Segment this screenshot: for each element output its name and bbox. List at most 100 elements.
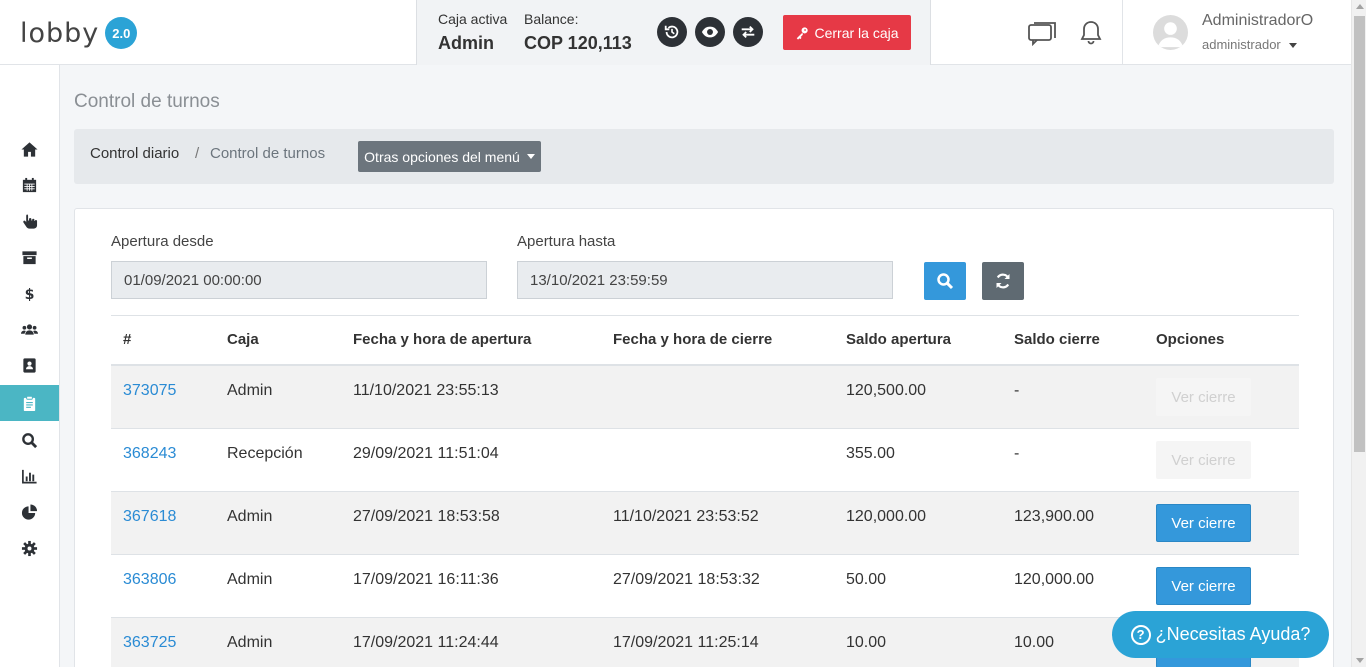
user-role: administrador	[1202, 37, 1281, 52]
notifications-button[interactable]	[1080, 20, 1102, 51]
balance-value: COP 120,113	[524, 33, 632, 53]
closing-balance-cell: -	[1014, 382, 1020, 399]
history-icon	[664, 25, 679, 39]
bell-icon	[1080, 21, 1102, 45]
users-icon	[21, 323, 38, 335]
opening-datetime-cell: 17/09/2021 11:24:44	[353, 634, 499, 651]
table-row: 368243 Recepción 29/09/2021 11:51:04 355…	[111, 429, 1299, 492]
opening-balance-cell: 120,000.00	[846, 508, 927, 525]
user-role-dropdown[interactable]: administrador	[1202, 37, 1297, 52]
transfer-button[interactable]	[733, 17, 763, 47]
column-header-closing-balance[interactable]: Saldo cierre	[1014, 331, 1100, 348]
sidebar-item-home[interactable]	[0, 131, 59, 167]
user-divider	[1122, 0, 1123, 65]
closing-balance-cell: 10.00	[1014, 634, 1055, 651]
logo-text: lobby	[20, 17, 100, 49]
chevron-down-icon	[526, 154, 535, 159]
shift-id-link[interactable]: 363725	[123, 634, 176, 652]
page-title: Control de turnos	[74, 91, 220, 112]
question-circle-icon: ?	[1130, 624, 1151, 645]
table-top-border	[111, 315, 1299, 316]
avatar[interactable]	[1153, 15, 1188, 50]
shift-id-link[interactable]: 363806	[123, 571, 176, 589]
sidebar-item-users[interactable]	[0, 311, 59, 347]
help-button[interactable]: ? ¿Necesitas Ayuda?	[1112, 611, 1329, 658]
view-close-button[interactable]: Ver cierre	[1156, 504, 1251, 542]
vertical-scrollbar[interactable]	[1351, 0, 1366, 667]
shift-id-link[interactable]: 367618	[123, 508, 176, 526]
opening-to-input[interactable]	[517, 261, 893, 299]
messages-button[interactable]	[1028, 22, 1058, 51]
other-options-dropdown[interactable]: Otras opciones del menú	[358, 141, 541, 172]
opening-from-label: Apertura desde	[111, 233, 214, 250]
opening-balance-cell: 10.00	[846, 634, 887, 651]
top-bar: lobby 2.0 Caja activa Admin Balance: COP…	[0, 0, 1351, 65]
pie-chart-icon	[21, 503, 38, 520]
column-header-closing-datetime[interactable]: Fecha y hora de cierre	[613, 331, 772, 348]
close-cashbox-label: Cerrar la caja	[814, 24, 899, 41]
search-button[interactable]	[924, 262, 966, 300]
search-icon	[937, 273, 954, 290]
eye-icon	[701, 26, 719, 38]
user-avatar-icon	[1157, 22, 1184, 48]
history-button[interactable]	[657, 17, 687, 47]
cashbox-cell: Admin	[227, 508, 273, 525]
cashbox-cell: Admin	[227, 634, 273, 651]
user-name[interactable]: AdministradorO	[1202, 12, 1313, 30]
cashbox-cell: Admin	[227, 382, 273, 399]
opening-to-label: Apertura hasta	[517, 233, 616, 250]
svg-text:$: $	[25, 287, 35, 302]
sidebar-item-contacts[interactable]	[0, 347, 59, 383]
column-header-id[interactable]: #	[123, 331, 131, 348]
active-cashbox-value: Admin	[438, 33, 494, 53]
settings-icon	[21, 540, 38, 556]
version-badge: 2.0	[105, 17, 138, 49]
sidebar-item-shift-control[interactable]	[0, 385, 59, 421]
sidebar-item-archive[interactable]	[0, 239, 59, 275]
sidebar-item-payments[interactable]: $	[0, 275, 59, 311]
clipboard-icon	[23, 395, 36, 411]
opening-from-input[interactable]	[111, 261, 487, 299]
opening-datetime-cell: 29/09/2021 11:51:04	[353, 445, 499, 462]
opening-datetime-cell: 17/09/2021 16:11:36	[353, 571, 499, 588]
cashbox-cell: Recepción	[227, 445, 303, 462]
logo[interactable]: lobby 2.0	[20, 16, 138, 50]
view-close-button: Ver cierre	[1156, 441, 1251, 479]
refresh-button[interactable]	[982, 262, 1024, 300]
shift-id-link[interactable]: 368243	[123, 445, 176, 463]
sidebar-item-search[interactable]	[0, 422, 59, 458]
opening-balance-cell: 355.00	[846, 445, 895, 462]
opening-datetime-cell: 27/09/2021 18:53:58	[353, 508, 500, 525]
close-cashbox-button[interactable]: Cerrar la caja	[783, 15, 911, 50]
hand-pointer-icon	[23, 213, 38, 229]
table-row: 363806 Admin 17/09/2021 16:11:36 27/09/2…	[111, 555, 1299, 618]
sidebar-item-statistics[interactable]	[0, 494, 59, 530]
sidebar-item-pointer[interactable]	[0, 203, 59, 239]
shift-id-link[interactable]: 373075	[123, 382, 176, 400]
view-button[interactable]	[695, 17, 725, 47]
scroll-down-icon[interactable]	[1356, 658, 1364, 663]
closing-datetime-cell: 27/09/2021 18:53:32	[613, 571, 760, 588]
shifts-card: Apertura desde Apertura hasta # Caja Fec…	[74, 208, 1334, 667]
scrollbar-thumb[interactable]	[1354, 16, 1365, 452]
breadcrumb-separator: /	[195, 145, 200, 162]
sidebar-item-reports[interactable]	[0, 458, 59, 494]
breadcrumb-item-daily-control[interactable]: Control diario	[90, 145, 179, 162]
column-header-cashbox[interactable]: Caja	[227, 331, 259, 348]
scroll-up-icon[interactable]	[1356, 4, 1364, 9]
sidebar-item-calendar[interactable]	[0, 167, 59, 203]
sidebar: $	[0, 65, 60, 667]
cashbox-cell: Admin	[227, 571, 273, 588]
dollar-icon: $	[25, 287, 35, 302]
refresh-icon	[996, 273, 1010, 289]
exchange-icon	[741, 25, 755, 39]
view-close-button[interactable]: Ver cierre	[1156, 567, 1251, 605]
column-header-opening-balance[interactable]: Saldo apertura	[846, 331, 951, 348]
breadcrumb: Control diario / Control de turnos Otras…	[74, 129, 1334, 184]
sidebar-item-settings[interactable]	[0, 530, 59, 566]
address-book-icon	[23, 357, 36, 373]
closing-balance-cell: 120,000.00	[1014, 571, 1095, 588]
opening-datetime-cell: 11/10/2021 23:55:13	[353, 382, 499, 399]
column-header-opening-datetime[interactable]: Fecha y hora de apertura	[353, 331, 531, 348]
view-close-button: Ver cierre	[1156, 378, 1251, 416]
